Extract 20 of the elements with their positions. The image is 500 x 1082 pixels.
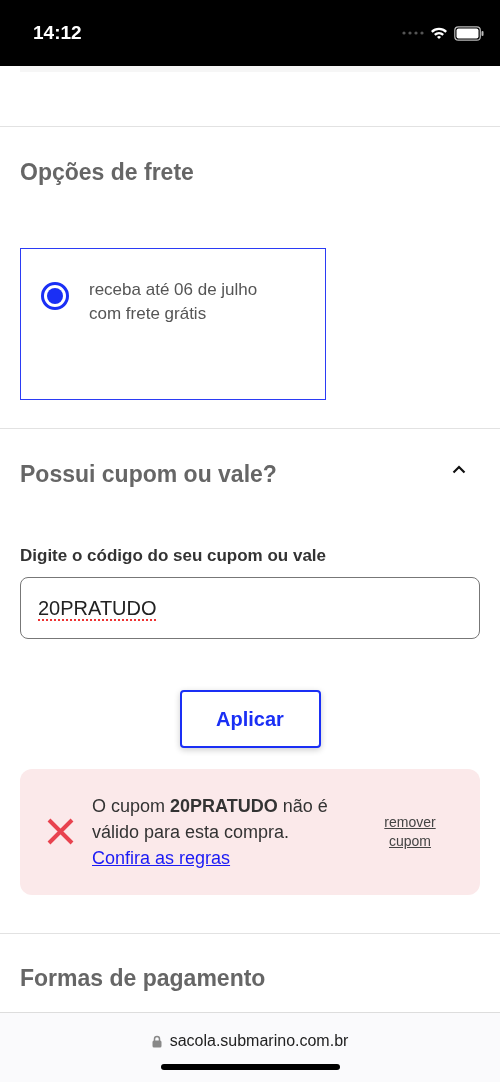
lock-icon	[151, 1034, 162, 1048]
status-time: 14:12	[33, 20, 82, 45]
chevron-icon[interactable]	[452, 465, 466, 475]
signal-icon	[402, 31, 424, 35]
rules-link[interactable]: Confira as regras	[92, 844, 231, 871]
error-icon	[47, 818, 74, 845]
option-label: receba até 06 de julho com frete grátis	[89, 278, 259, 325]
radio-button[interactable]	[41, 281, 69, 310]
section-heading: Formas de pagamento	[20, 963, 267, 993]
coupon-input[interactable]: 20PRATUDO	[20, 576, 480, 639]
apply-button[interactable]: Aplicar	[179, 689, 321, 748]
error-message: O cupom 20PRATUDO não é válido para esta compra.	[92, 794, 329, 844]
battery-icon	[454, 25, 484, 41]
field-label: Digite o código do seu cupom ou vale	[20, 545, 328, 567]
wifi-icon	[430, 26, 448, 40]
url-text: sacola.submarino.com.br	[169, 1031, 349, 1051]
section-heading: Possui cupom ou vale?	[20, 459, 277, 489]
section-heading: Opções de frete	[20, 158, 195, 187]
shipping-option[interactable]: receba até 06 de julho com frete grátis	[20, 247, 326, 400]
remove-coupon-link[interactable]: remover cupom	[380, 812, 440, 851]
